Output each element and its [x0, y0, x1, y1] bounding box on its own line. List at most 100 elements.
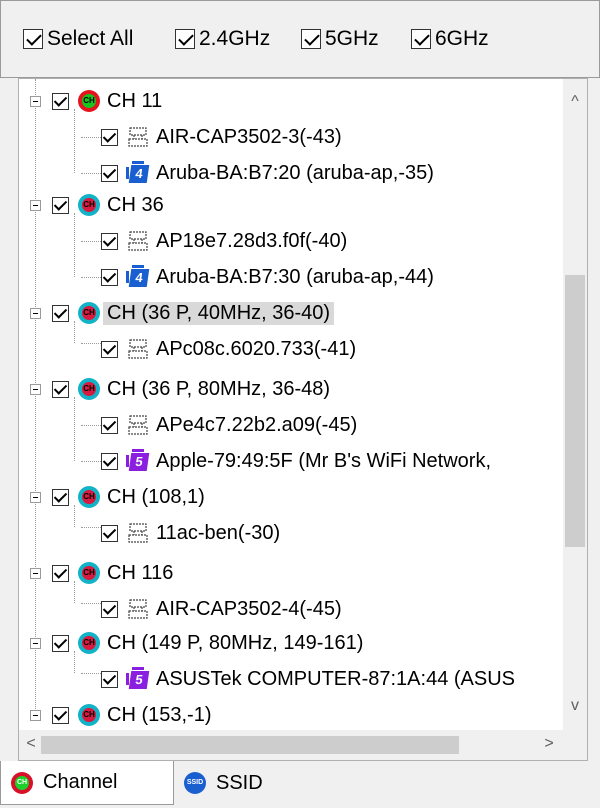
- channel-label: CH 36: [107, 193, 164, 216]
- wifi-5-icon: 5: [126, 449, 150, 473]
- vertical-scroll-thumb[interactable]: [565, 275, 585, 547]
- access-point-node[interactable]: 11ac-ben(-30): [101, 516, 280, 550]
- collapse-toggle[interactable]: [30, 638, 41, 649]
- band-filter-bar: Select All 2.4GHz 5GHz 6GHz: [0, 0, 600, 78]
- collapse-toggle[interactable]: [30, 308, 41, 319]
- channel-label: CH (108,1): [107, 485, 205, 508]
- channel-node[interactable]: CH CH (149 P, 80MHz, 149-161): [52, 626, 363, 660]
- select-all-checkbox[interactable]: Select All: [23, 27, 133, 51]
- scroll-right-arrow-icon[interactable]: >: [537, 735, 561, 753]
- channel-label: CH 116: [107, 561, 174, 584]
- scroll-left-arrow-icon[interactable]: <: [19, 735, 43, 753]
- horizontal-scroll-thumb[interactable]: [41, 736, 459, 754]
- access-point-node[interactable]: 4 Aruba-BA:B7:30 (aruba-ap,-44): [101, 260, 434, 294]
- band-5ghz-label: 5GHz: [325, 27, 379, 50]
- access-point-icon: [126, 229, 150, 253]
- channel-icon: CH: [78, 90, 100, 112]
- channel-icon: CH: [78, 302, 100, 324]
- access-point-label: AIR-CAP3502-3(-43): [156, 125, 342, 148]
- checkbox-checked-icon[interactable]: [101, 416, 118, 434]
- collapse-toggle[interactable]: [30, 710, 41, 721]
- access-point-label: APc08c.6020.733(-41): [156, 337, 357, 360]
- collapse-toggle[interactable]: [30, 384, 41, 395]
- checkbox-checked-icon[interactable]: [101, 232, 118, 250]
- channel-label: CH (36 P, 80MHz, 36-48): [107, 377, 331, 400]
- access-point-node[interactable]: APc08c.6020.733(-41): [101, 332, 356, 366]
- tree-line: [81, 527, 101, 528]
- checkbox-checked-icon[interactable]: [52, 380, 69, 398]
- checkbox-checked-icon[interactable]: [52, 196, 69, 214]
- channel-node[interactable]: CH CH 11: [52, 84, 162, 118]
- tab-ssid-label: SSID: [216, 771, 263, 794]
- channel-label: CH 11: [107, 89, 163, 112]
- tree-line: [81, 673, 101, 674]
- tab-ssid[interactable]: SSID SSID: [174, 761, 284, 805]
- channel-node[interactable]: CH CH (36 P, 40MHz, 36-40): [52, 296, 335, 330]
- channel-tree[interactable]: CH CH 11 AIR-CAP3502-3(-43) 4 Aruba-BA:B…: [18, 78, 588, 761]
- channel-label: CH (149 P, 80MHz, 149-161): [107, 631, 364, 654]
- checkbox-checked-icon[interactable]: [101, 600, 118, 618]
- checkbox-checked-icon[interactable]: [52, 706, 69, 724]
- wifi-4-icon: 4: [126, 161, 150, 185]
- collapse-toggle[interactable]: [30, 492, 41, 503]
- tree-line: [81, 277, 101, 278]
- checkbox-checked-icon[interactable]: [52, 488, 69, 506]
- access-point-label: APe4c7.22b2.a09(-45): [156, 413, 358, 436]
- channel-node[interactable]: CH CH (36 P, 80MHz, 36-48): [52, 372, 330, 406]
- checkbox-checked-icon: [411, 29, 431, 49]
- channel-icon: CH: [78, 632, 100, 654]
- checkbox-checked-icon[interactable]: [52, 564, 69, 582]
- checkbox-checked-icon[interactable]: [52, 634, 69, 652]
- checkbox-checked-icon[interactable]: [101, 452, 118, 470]
- channel-node[interactable]: CH CH (108,1): [52, 480, 205, 514]
- checkbox-checked-icon: [23, 29, 43, 49]
- collapse-toggle[interactable]: [30, 568, 41, 579]
- scrollbar-corner: [563, 730, 587, 760]
- scroll-up-arrow-icon[interactable]: ^: [563, 93, 587, 111]
- checkbox-checked-icon[interactable]: [101, 164, 118, 182]
- tab-channel[interactable]: CH Channel: [0, 761, 174, 805]
- checkbox-checked-icon[interactable]: [52, 92, 69, 110]
- access-point-node[interactable]: AIR-CAP3502-4(-45): [101, 592, 342, 626]
- wifi-5-icon: 5: [126, 667, 150, 691]
- access-point-node[interactable]: AP18e7.28d3.f0f(-40): [101, 224, 347, 258]
- access-point-icon: [126, 413, 150, 437]
- access-point-node[interactable]: AIR-CAP3502-3(-43): [101, 120, 342, 154]
- horizontal-scrollbar[interactable]: < >: [19, 730, 565, 760]
- collapse-toggle[interactable]: [30, 96, 41, 107]
- channel-icon: CH: [78, 194, 100, 216]
- access-point-node[interactable]: 4 Aruba-BA:B7:20 (aruba-ap,-35): [101, 156, 434, 190]
- channel-icon: CH: [78, 562, 100, 584]
- scroll-down-arrow-icon[interactable]: v: [563, 697, 587, 715]
- band-5ghz-checkbox[interactable]: 5GHz: [301, 27, 379, 51]
- collapse-toggle[interactable]: [30, 200, 41, 211]
- checkbox-checked-icon[interactable]: [101, 524, 118, 542]
- access-point-label: AP18e7.28d3.f0f(-40): [156, 229, 348, 252]
- access-point-icon: [126, 597, 150, 621]
- access-point-node[interactable]: APe4c7.22b2.a09(-45): [101, 408, 357, 442]
- checkbox-checked-icon[interactable]: [101, 128, 118, 146]
- access-point-icon: [126, 521, 150, 545]
- band-6ghz-checkbox[interactable]: 6GHz: [411, 27, 489, 51]
- ssid-icon: SSID: [184, 772, 206, 794]
- tree-line: [81, 461, 101, 462]
- channel-node[interactable]: CH CH 36: [52, 188, 164, 222]
- checkbox-checked-icon[interactable]: [101, 670, 118, 688]
- access-point-label: Aruba-BA:B7:20 (aruba-ap,-35): [156, 161, 434, 184]
- channel-label: CH (153,-1): [107, 703, 212, 726]
- channel-node[interactable]: CH CH (153,-1): [52, 698, 211, 732]
- access-point-label: Apple-79:49:5F (Mr B's WiFi Network,: [156, 449, 492, 472]
- channel-node[interactable]: CH CH 116: [52, 556, 173, 590]
- tree-line: [74, 397, 75, 461]
- access-point-node[interactable]: 5 Apple-79:49:5F (Mr B's WiFi Network,: [101, 444, 491, 478]
- checkbox-checked-icon[interactable]: [52, 304, 69, 322]
- checkbox-checked-icon[interactable]: [101, 340, 118, 358]
- band-2-4ghz-label: 2.4GHz: [199, 27, 271, 50]
- tree-line: [35, 79, 36, 711]
- band-2-4ghz-checkbox[interactable]: 2.4GHz: [175, 27, 270, 51]
- checkbox-checked-icon[interactable]: [101, 268, 118, 286]
- access-point-node[interactable]: 5 ASUSTek COMPUTER-87:1A:44 (ASUS: [101, 662, 515, 696]
- vertical-scrollbar[interactable]: ^ v: [563, 79, 587, 730]
- access-point-label: 11ac-ben(-30): [156, 521, 281, 544]
- channel-label: CH (36 P, 40MHz, 36-40): [103, 301, 335, 325]
